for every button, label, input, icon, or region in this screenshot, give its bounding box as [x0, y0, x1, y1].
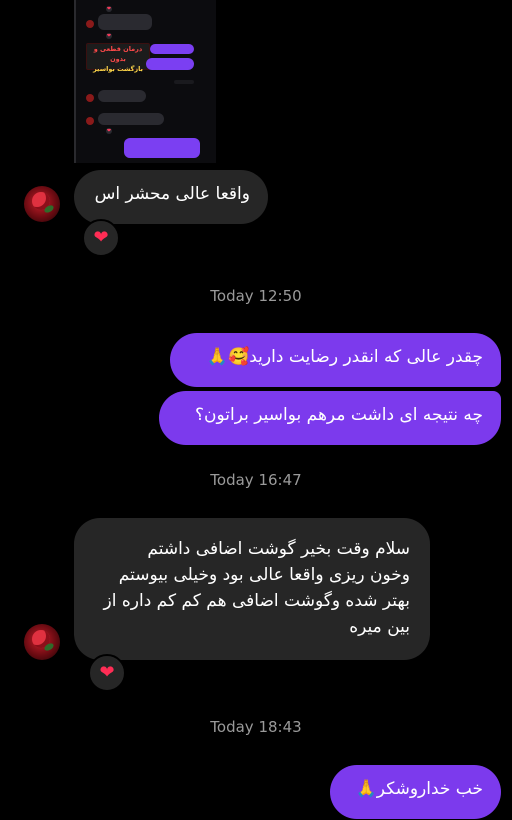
received-message-bubble[interactable]: واقعا عالی محشر اس: [74, 170, 268, 224]
heart-icon: ❤: [99, 662, 115, 683]
mini-sent-bubble: [146, 58, 194, 70]
attached-screenshot-image[interactable]: ❤ ❤ درمان قطعی و بدون بازگشت بواسیر ❤: [74, 0, 216, 163]
heart-icon: ❤: [93, 227, 109, 248]
mini-avatar: [86, 117, 94, 125]
mini-heart-icon: ❤: [106, 128, 112, 134]
promo-overlay: درمان قطعی و بدون بازگشت بواسیر: [86, 43, 150, 73]
mini-avatar: [86, 94, 94, 102]
timestamp: Today 16:47: [210, 471, 302, 489]
received-message-bubble[interactable]: سلام وقت بخیر گوشت اضافی داشتم وخون ریزی…: [74, 518, 430, 660]
mini-time-label: [174, 80, 194, 84]
message-line: سلام وقت بخیر گوشت اضافی داشتم: [147, 539, 410, 559]
message-text: چقدر عالی که انقدر رضایت دارید🥰🙏: [206, 347, 483, 367]
promo-line-1: درمان قطعی و بدون: [93, 45, 143, 63]
message-line: بهتر شده وگوشت اضافی هم کم کم داره از: [103, 591, 410, 611]
mini-received-bubble: [98, 113, 164, 125]
timestamp: Today 18:43: [210, 718, 302, 736]
timestamp: Today 12:50: [210, 287, 302, 305]
mini-received-bubble: [98, 14, 152, 30]
message-line: بین میره: [349, 617, 410, 637]
message-line: وخون ریزی واقعا عالی بود وخیلی بیوستم: [118, 565, 410, 585]
heart-reaction[interactable]: ❤: [88, 654, 126, 692]
mini-sent-bubble: [150, 44, 194, 54]
mini-sent-bubble: [124, 138, 200, 158]
heart-reaction[interactable]: ❤: [82, 219, 120, 257]
mini-received-bubble: [98, 90, 146, 102]
contact-avatar[interactable]: [24, 186, 60, 222]
mini-heart-icon: ❤: [106, 33, 112, 39]
message-text: خب خداروشکر🙏: [355, 779, 483, 799]
message-text: واقعا عالی محشر اس: [94, 184, 250, 204]
contact-avatar[interactable]: [24, 624, 60, 660]
sent-message-bubble[interactable]: چقدر عالی که انقدر رضایت دارید🥰🙏: [170, 333, 501, 387]
promo-line-2: بازگشت بواسیر: [93, 65, 143, 73]
sent-message-bubble[interactable]: خب خداروشکر🙏: [330, 765, 501, 819]
message-text: چه نتیجه ای داشت مرهم بواسیر براتون؟: [195, 405, 483, 425]
sent-message-bubble[interactable]: چه نتیجه ای داشت مرهم بواسیر براتون؟: [159, 391, 501, 445]
mini-avatar: [86, 20, 94, 28]
mini-heart-icon: ❤: [106, 6, 112, 12]
